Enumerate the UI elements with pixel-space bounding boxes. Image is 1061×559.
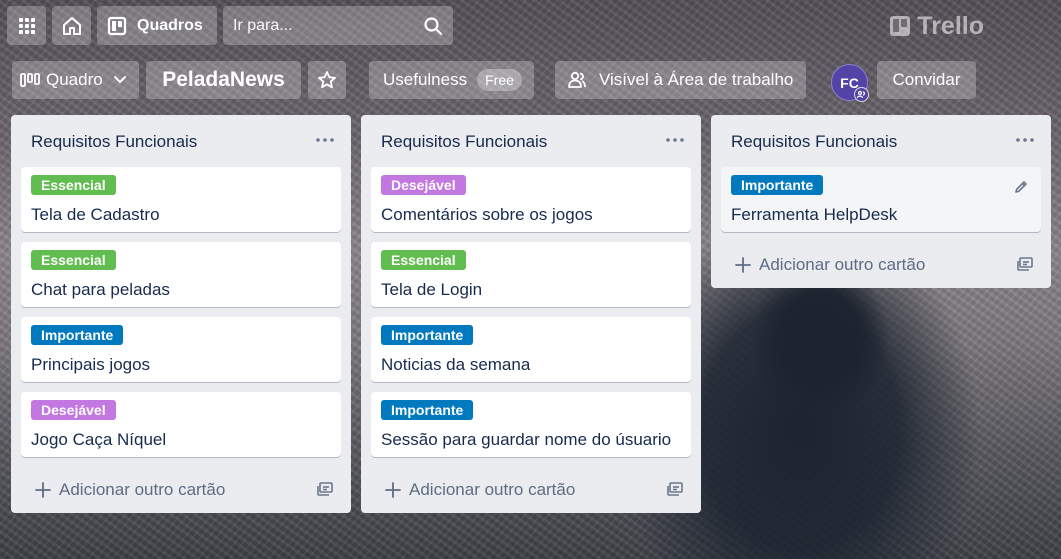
board-header: Quadro PeladaNews Usefulness Free Visíve…	[0, 58, 1061, 102]
boards-label: Quadros	[137, 16, 203, 34]
card-label[interactable]: Essencial	[31, 175, 116, 195]
grid-icon	[18, 17, 36, 35]
list-header[interactable]: Requisitos Funcionais	[11, 115, 351, 167]
card[interactable]: Importante Ferramenta HelpDesk	[721, 167, 1041, 232]
search-placeholder: Ir para...	[233, 16, 293, 34]
invite-button[interactable]: Convidar	[877, 61, 976, 99]
add-card-label: Adicionar outro cartão	[59, 480, 226, 499]
card[interactable]: Essencial Tela de Cadastro	[21, 167, 341, 232]
usefulness-powerup-button[interactable]: Usefulness Free	[369, 61, 534, 99]
card[interactable]: Essencial Chat para peladas	[21, 242, 341, 307]
card-title: Tela de Cadastro	[31, 205, 160, 224]
list-column[interactable]: Requisitos Funcionais Importante Ferrament…	[711, 115, 1051, 288]
list-title[interactable]: Requisitos Funcionais	[381, 132, 547, 152]
card[interactable]: Importante Principais jogos	[21, 317, 341, 382]
logo-text: Trello	[917, 11, 984, 40]
card-title: Comentários sobre os jogos	[381, 205, 593, 224]
card-label[interactable]: Importante	[381, 325, 474, 345]
pencil-icon[interactable]	[1013, 179, 1029, 195]
visibility-label: Visível à Área de trabalho	[599, 70, 794, 89]
add-card-label: Adicionar outro cartão	[759, 255, 926, 274]
card[interactable]: Desejável Jogo Caça Níquel	[21, 392, 341, 457]
more-options-icon[interactable]	[663, 128, 687, 152]
card-title: Jogo Caça Níquel	[31, 430, 167, 449]
add-card-button[interactable]: Adicionar outro cartão	[361, 467, 701, 513]
add-card-button[interactable]: Adicionar outro cartão	[711, 242, 1051, 288]
card-title: Noticias da semana	[381, 355, 531, 374]
plus-icon	[385, 482, 401, 498]
card[interactable]: Desejável Comentários sobre os jogos	[371, 167, 691, 232]
star-board-button[interactable]	[308, 61, 346, 99]
plus-icon	[35, 482, 51, 498]
plus-icon	[735, 257, 751, 273]
card-title: Ferramenta HelpDesk	[731, 205, 898, 224]
usefulness-label: Usefulness	[383, 70, 468, 89]
card-title: Principais jogos	[31, 355, 151, 374]
admin-badge-icon	[854, 87, 869, 102]
list-header[interactable]: Requisitos Funcionais	[361, 115, 701, 167]
add-card-button[interactable]: Adicionar outro cartão	[11, 467, 351, 513]
card-title: Tela de Login	[381, 280, 483, 299]
card-title: Sessão para guardar nome do úsuario	[381, 430, 672, 449]
workspace-people-icon	[567, 70, 599, 90]
card-template-icon[interactable]	[667, 482, 683, 496]
more-options-icon[interactable]	[1013, 128, 1037, 152]
top-header: Quadros Ir para... Trello	[0, 0, 1061, 52]
visibility-button[interactable]: Visível à Área de trabalho	[555, 61, 806, 99]
list-column[interactable]: Requisitos Funcionais Desejável Comentário…	[361, 115, 701, 513]
card-template-icon[interactable]	[317, 482, 333, 496]
card-label[interactable]: Importante	[381, 400, 474, 420]
card-label[interactable]: Importante	[731, 175, 824, 195]
board-title[interactable]: PeladaNews	[146, 61, 301, 99]
list-column[interactable]: Requisitos Funcionais Essencial Tela de Ca…	[11, 115, 351, 513]
chevron-down-icon	[113, 75, 133, 85]
free-badge: Free	[477, 69, 522, 91]
card[interactable]: Essencial Tela de Login	[371, 242, 691, 307]
card-title: Chat para peladas	[31, 280, 170, 299]
apps-switcher-button[interactable]	[7, 6, 46, 45]
list-title[interactable]: Requisitos Funcionais	[731, 132, 897, 152]
card-label[interactable]: Importante	[31, 325, 124, 345]
card[interactable]: Importante Noticias da semana	[371, 317, 691, 382]
list-title[interactable]: Requisitos Funcionais	[31, 132, 197, 152]
search-input[interactable]: Ir para...	[223, 6, 453, 45]
avatar[interactable]: FC	[831, 64, 869, 102]
card-template-icon[interactable]	[1017, 257, 1033, 271]
board-view-icon	[20, 73, 46, 87]
card[interactable]: Importante Sessão para guardar nome do ús…	[371, 392, 691, 457]
trello-logo[interactable]: Trello	[890, 12, 984, 40]
card-label[interactable]: Essencial	[31, 250, 116, 270]
home-button[interactable]	[52, 6, 91, 45]
home-icon	[61, 15, 83, 37]
board-icon	[107, 16, 137, 36]
card-label[interactable]: Desejável	[381, 175, 466, 195]
search-icon	[423, 16, 443, 36]
boards-button[interactable]: Quadros	[97, 6, 217, 45]
view-label: Quadro	[46, 70, 103, 89]
more-options-icon[interactable]	[313, 128, 337, 152]
star-icon	[317, 70, 337, 90]
card-label[interactable]: Essencial	[381, 250, 466, 270]
add-card-label: Adicionar outro cartão	[409, 480, 576, 499]
card-label[interactable]: Desejável	[31, 400, 116, 420]
trello-logo-icon	[890, 16, 911, 36]
list-header[interactable]: Requisitos Funcionais	[711, 115, 1051, 167]
view-switcher-button[interactable]: Quadro	[12, 61, 139, 99]
